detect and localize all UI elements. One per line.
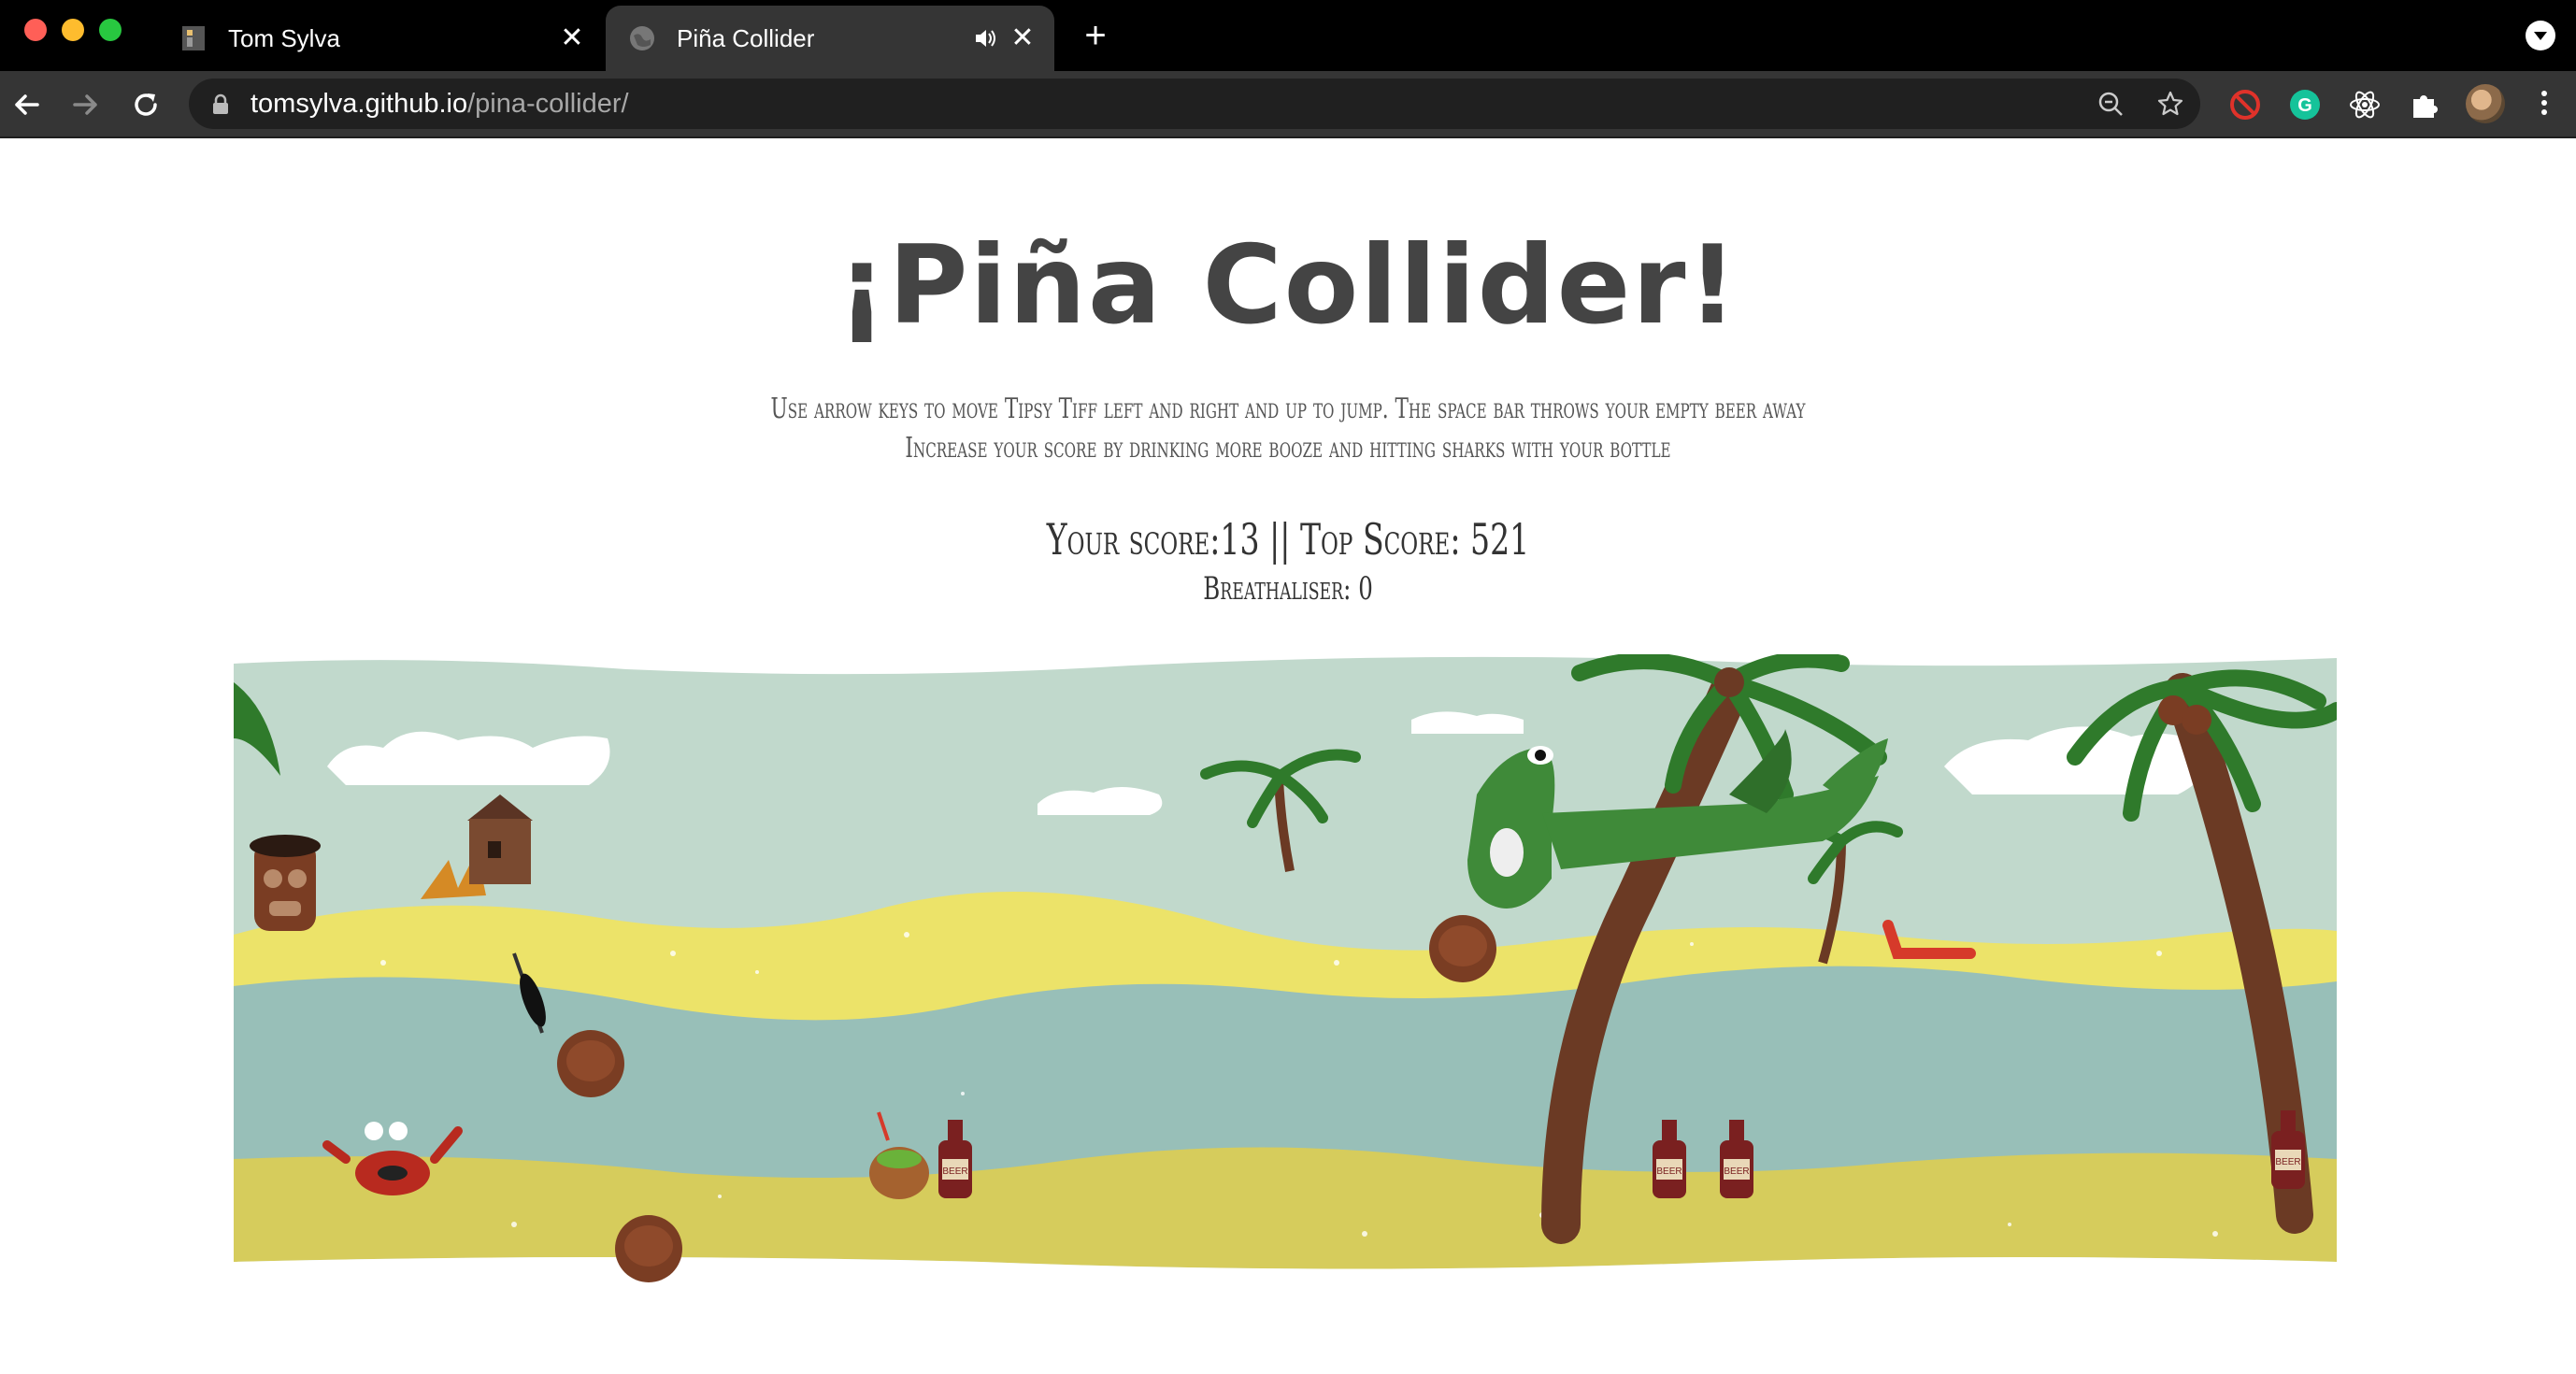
svg-text:BEER: BEER — [1724, 1166, 1749, 1177]
tab-title: Piña Collider — [677, 23, 815, 52]
bookmark-star-icon[interactable] — [2157, 91, 2183, 117]
game-canvas[interactable]: BEER BEER BEER BEER — [234, 654, 2337, 1299]
coconut — [557, 1030, 624, 1097]
react-devtools-icon[interactable] — [2346, 86, 2383, 123]
url-host: tomsylva.github.io — [250, 89, 468, 119]
instructions-line-2: Increase your score by drinking more boo… — [905, 432, 1671, 465]
close-icon[interactable]: ✕ — [1009, 24, 1036, 52]
coconut — [1429, 915, 1496, 982]
window-close-button[interactable] — [24, 19, 47, 41]
tab-strip: Tom Sylva ✕ Piña Collider ✕ + — [0, 0, 2576, 71]
svg-text:BEER: BEER — [2275, 1157, 2300, 1167]
browser-menu-button[interactable] — [2533, 88, 2555, 122]
svg-text:BEER: BEER — [942, 1166, 967, 1177]
url-path: /pina-collider/ — [467, 89, 629, 119]
svg-text:G: G — [2297, 95, 2312, 116]
page-content: ¡Piña Collider! Use arrow keys to move T… — [0, 138, 2576, 1374]
address-bar[interactable]: tomsylva.github.io/pina-collider/ — [189, 79, 2200, 129]
grammarly-icon[interactable]: G — [2286, 86, 2324, 123]
tab-search-button[interactable] — [2526, 21, 2555, 50]
tiki-statue — [250, 835, 321, 931]
tab-tom-sylva[interactable]: Tom Sylva ✕ — [157, 6, 604, 71]
puzzle-extensions-icon[interactable] — [2406, 86, 2443, 123]
speaker-icon[interactable] — [972, 25, 998, 51]
svg-text:BEER: BEER — [1656, 1166, 1682, 1177]
block-extension-icon[interactable] — [2226, 86, 2264, 123]
score-display: Your score:13 || Top Score: 521 — [1046, 514, 1530, 565]
instructions-line-1: Use arrow keys to move Tipsy Tiff left a… — [770, 393, 1806, 425]
coconut — [615, 1215, 682, 1282]
tab-pina-collider[interactable]: Piña Collider ✕ — [606, 6, 1054, 71]
zoom-out-icon[interactable] — [2097, 91, 2124, 117]
globe-icon — [630, 26, 654, 50]
url-text[interactable]: tomsylva.github.io/pina-collider/ — [250, 89, 629, 120]
sea — [234, 966, 2337, 1178]
breathaliser-display: Breathaliser: 0 — [1203, 570, 1373, 608]
monitor-favicon-icon — [182, 26, 205, 50]
tab-title: Tom Sylva — [228, 23, 340, 52]
sand-front — [234, 1147, 2337, 1269]
close-icon[interactable]: ✕ — [559, 24, 585, 52]
lock-icon[interactable] — [211, 93, 230, 116]
window-minimize-button[interactable] — [62, 19, 84, 41]
window-maximize-button[interactable] — [99, 19, 122, 41]
new-tab-button[interactable]: + — [1077, 17, 1114, 54]
reload-icon[interactable] — [127, 86, 165, 123]
forward-arrow-icon[interactable] — [67, 86, 105, 123]
browser-toolbar: tomsylva.github.io/pina-collider/ G — [0, 71, 2576, 138]
back-arrow-icon[interactable] — [7, 86, 45, 123]
avatar[interactable] — [2466, 84, 2505, 123]
game-title: ¡Piña Collider! — [837, 222, 1739, 349]
